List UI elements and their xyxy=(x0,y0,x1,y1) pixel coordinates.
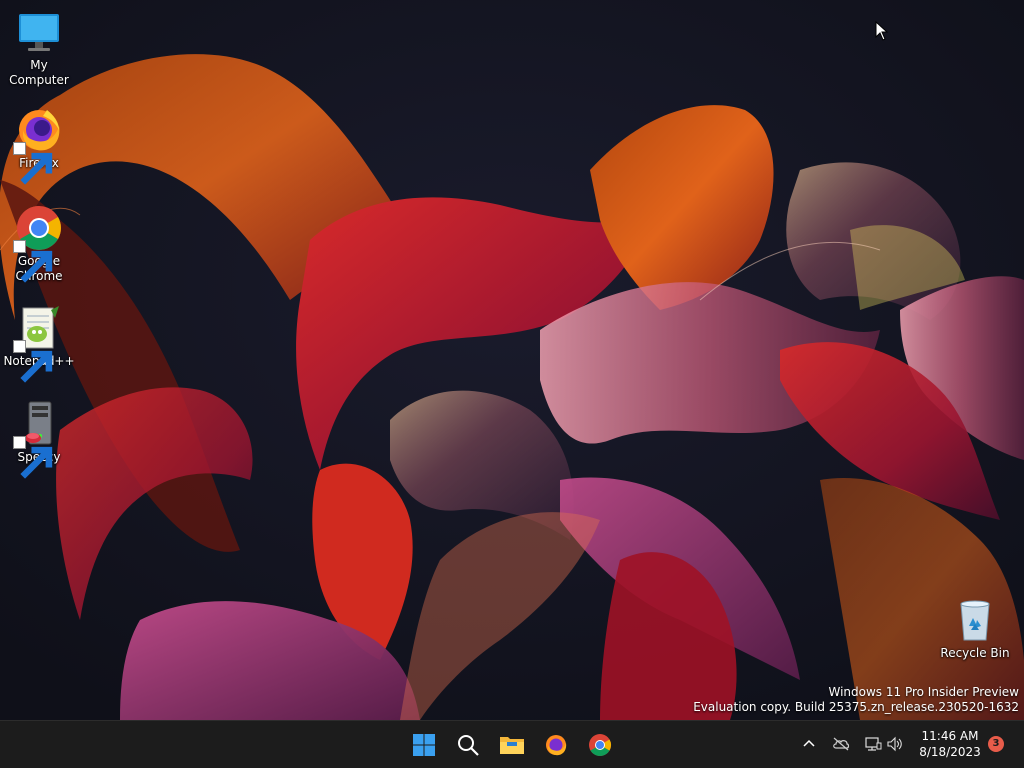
speaker-icon xyxy=(887,736,902,752)
show-hidden-icons-button[interactable] xyxy=(798,733,820,755)
watermark-build: Evaluation copy. Build 25375.zn_release.… xyxy=(693,700,1019,714)
cloud-off-icon xyxy=(833,737,850,751)
file-explorer-button[interactable] xyxy=(494,727,530,763)
desktop[interactable]: My Computer Firefox Google Chrome Notepa… xyxy=(0,0,1024,720)
desktop-icon-recycle-bin[interactable]: Recycle Bin xyxy=(936,596,1014,661)
volume-tray-button[interactable] xyxy=(884,733,906,755)
onedrive-tray-button[interactable] xyxy=(830,733,852,755)
desktop-icon-firefox[interactable]: Firefox xyxy=(0,106,78,185)
notification-badge[interactable]: 3 xyxy=(988,736,1004,752)
windows-start-icon xyxy=(413,734,435,756)
watermark-edition: Windows 11 Pro Insider Preview xyxy=(828,685,1019,699)
clock-button[interactable]: 11:46 AM 8/18/2023 xyxy=(910,728,990,760)
desktop-icon-my-computer[interactable]: My Computer xyxy=(0,8,78,88)
search-button[interactable] xyxy=(450,727,486,763)
start-button[interactable] xyxy=(406,727,442,763)
notepadpp-icon xyxy=(13,304,63,383)
search-icon xyxy=(458,735,479,756)
desktop-icon-label: Recycle Bin xyxy=(940,646,1010,660)
desktop-icon-speccy[interactable]: Speccy xyxy=(0,400,78,479)
mouse-cursor-icon xyxy=(875,21,889,41)
clock-date: 8/18/2023 xyxy=(919,745,981,759)
recycle-bin-icon xyxy=(951,596,999,644)
taskbar-firefox-button[interactable] xyxy=(538,727,574,763)
desktop-icon-chrome[interactable]: Google Chrome xyxy=(0,204,78,284)
taskbar: 11:46 AM 8/18/2023 3 xyxy=(0,720,1024,768)
network-tray-button[interactable] xyxy=(862,733,884,755)
firefox-icon xyxy=(546,735,567,756)
firefox-icon xyxy=(13,106,63,185)
network-icon xyxy=(865,737,882,751)
shortcut-arrow-icon xyxy=(13,436,53,479)
folder-icon xyxy=(500,737,524,754)
desktop-icon-notepadpp[interactable]: Notepad++ xyxy=(0,304,78,383)
chrome-icon xyxy=(589,734,611,756)
chevron-up-icon xyxy=(803,739,815,747)
clock-time: 11:46 AM xyxy=(921,729,979,743)
windows-watermark: Windows 11 Pro Insider Preview Evaluatio… xyxy=(693,685,1019,715)
shortcut-arrow-icon xyxy=(13,340,53,383)
desktop-icon-label: My Computer xyxy=(9,58,69,87)
wallpaper xyxy=(0,0,1024,720)
taskbar-chrome-button[interactable] xyxy=(582,727,618,763)
shortcut-arrow-icon xyxy=(13,142,53,185)
speccy-icon xyxy=(13,400,63,479)
monitor-icon xyxy=(15,8,63,56)
shortcut-arrow-icon xyxy=(13,240,53,283)
chrome-icon xyxy=(13,204,63,283)
